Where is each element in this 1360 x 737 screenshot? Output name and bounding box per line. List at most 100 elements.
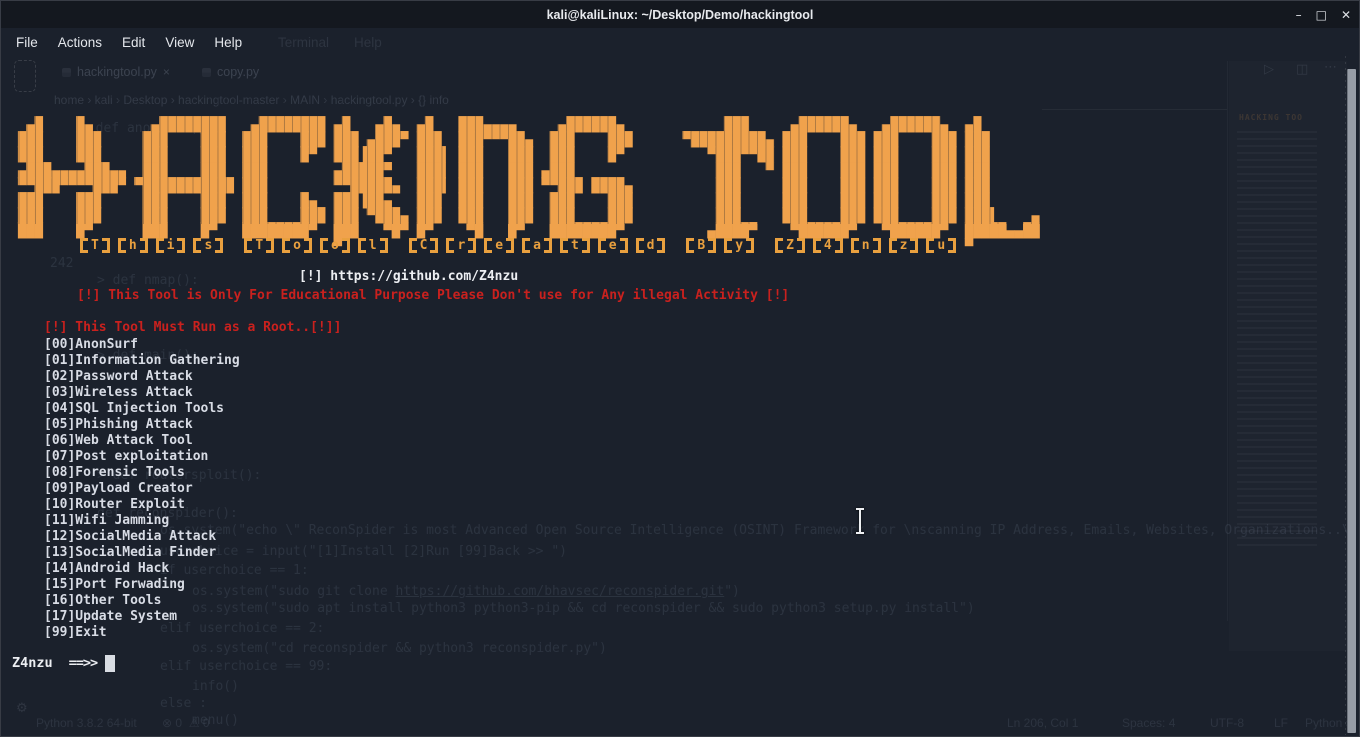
menubar-item-help[interactable]: Help [204,31,252,54]
left-bracket-icon [80,238,88,253]
left-bracket-icon [926,238,934,253]
right-bracket-icon [177,238,185,253]
right-bracket-icon [304,238,312,253]
left-bracket-icon [118,238,126,253]
bracket-letter-char: d [644,238,658,253]
right-bracket-icon [835,238,843,253]
right-bracket-icon [215,238,223,253]
menu-item-08: [08]Forensic Tools [44,465,240,481]
right-bracket-icon [910,238,918,253]
left-bracket-icon [598,238,606,253]
tool-menu-list: [00]AnonSurf[01]Information Gathering[02… [44,337,240,641]
bracket-letter: u [926,238,956,253]
menu-item-16: [16]Other Tools [44,593,240,609]
menu-item-04: [04]SQL Injection Tools [44,401,240,417]
bracket-letter: s [193,238,223,253]
menu-item-14: [14]Android Hack [44,561,240,577]
left-bracket-icon [775,238,783,253]
terminal-cursor [105,655,115,672]
terminal-output: ▄█ █▄ ▄████████ ▄████████ ▄█ ▄█▄ ▄█ ███▄… [2,56,1358,735]
menubar-ghost-help: Help [354,35,382,50]
bracket-letter: C [409,238,439,253]
created-by-word: By [686,238,762,253]
menu-item-05: [05]Phishing Attack [44,417,240,433]
bracket-letter: Z [775,238,805,253]
menubar-item-view[interactable]: View [155,31,204,54]
menubar-ghost-terminal: Terminal [278,35,329,50]
menu-item-15: [15]Port Forwading [44,577,240,593]
terminal-window: kali@kaliLinux: ~/Desktop/Demo/hackingto… [0,0,1360,737]
left-bracket-icon [522,238,530,253]
bracket-letter-char: t [568,238,582,253]
left-bracket-icon [851,238,859,253]
bracket-letter: h [118,238,148,253]
menubar-item-file[interactable]: File [6,31,48,54]
bracket-letter: i [156,238,186,253]
left-bracket-icon [686,238,694,253]
menu-item-10: [10]Router Exploit [44,497,240,513]
left-bracket-icon [156,238,164,253]
right-bracket-icon [380,238,388,253]
ascii-banner: ▄█ █▄ ▄████████ ▄████████ ▄█ ▄█▄ ▄█ ███▄… [18,118,1048,255]
prompt-line[interactable]: Z4nzu ==>> [12,654,115,672]
bracket-letter-char: e [492,238,506,253]
bracket-letter: e [598,238,628,253]
window-controls: – □ ✕ [1296,1,1351,28]
left-bracket-icon [636,238,644,253]
bracket-letter-char: y [732,238,746,253]
menu-item-06: [06]Web Attack Tool [44,433,240,449]
left-bracket-icon [282,238,290,253]
right-bracket-icon [506,238,514,253]
minimize-button[interactable]: – [1296,9,1302,21]
prompt-arrow-icon: ==>> [69,654,98,672]
right-bracket-icon [544,238,552,253]
bracket-letter-char: B [694,238,708,253]
created-by-word: Created [409,238,674,253]
right-bracket-icon [708,238,716,253]
menubar-item-actions[interactable]: Actions [48,31,112,54]
bracket-letter-char: i [164,238,178,253]
menu-item-09: [09]Payload Creator [44,481,240,497]
bracket-letter-char: o [328,238,342,253]
right-bracket-icon [948,238,956,253]
window-title: kali@kaliLinux: ~/Desktop/Demo/hackingto… [547,8,814,22]
bracket-letter-char: e [606,238,620,253]
menu-item-99: [99]Exit [44,625,240,641]
menubar: FileActionsEditViewHelpTerminalHelp [2,28,1358,56]
left-bracket-icon [244,238,252,253]
bracket-letter: z [889,238,919,253]
close-button[interactable]: ✕ [1341,9,1351,21]
bracket-letter: T [244,238,274,253]
bracket-letter: d [636,238,666,253]
left-bracket-icon [193,238,201,253]
mouse-ibeam-cursor [854,508,866,534]
left-bracket-icon [320,238,328,253]
bracket-letter-char: z [897,238,911,253]
bracket-letter: t [560,238,590,253]
bracket-letter: o [320,238,350,253]
right-bracket-icon [102,238,110,253]
terminal-body[interactable]: home › kali › Desktop › hackingtool-mast… [2,56,1358,735]
right-bracket-icon [746,238,754,253]
right-bracket-icon [797,238,805,253]
bracket-letter: a [522,238,552,253]
banner-wrap: ▄█ █▄ ▄████████ ▄████████ ▄█ ▄█▄ ▄█ ███▄… [10,87,1040,224]
created-by-word: Tool [244,238,395,253]
right-bracket-icon [266,238,274,253]
created-by-word: This [80,238,231,253]
menubar-item-edit[interactable]: Edit [112,31,155,54]
bracket-letter-char: l [366,238,380,253]
right-bracket-icon [468,238,476,253]
left-bracket-icon [358,238,366,253]
menu-item-13: [13]SocialMedia Finder [44,545,240,561]
bracket-letter-char: 4 [821,238,835,253]
right-bracket-icon [657,238,665,253]
bracket-letter-char: h [126,238,140,253]
menu-item-11: [11]Wifi Jamming [44,513,240,529]
root-warning-line: [!] This Tool Must Run as a Root..[!]] [44,320,341,336]
menu-item-02: [02]Password Attack [44,369,240,385]
left-bracket-icon [560,238,568,253]
right-bracket-icon [873,238,881,253]
maximize-button[interactable]: □ [1316,9,1327,21]
menu-item-17: [17]Update System [44,609,240,625]
